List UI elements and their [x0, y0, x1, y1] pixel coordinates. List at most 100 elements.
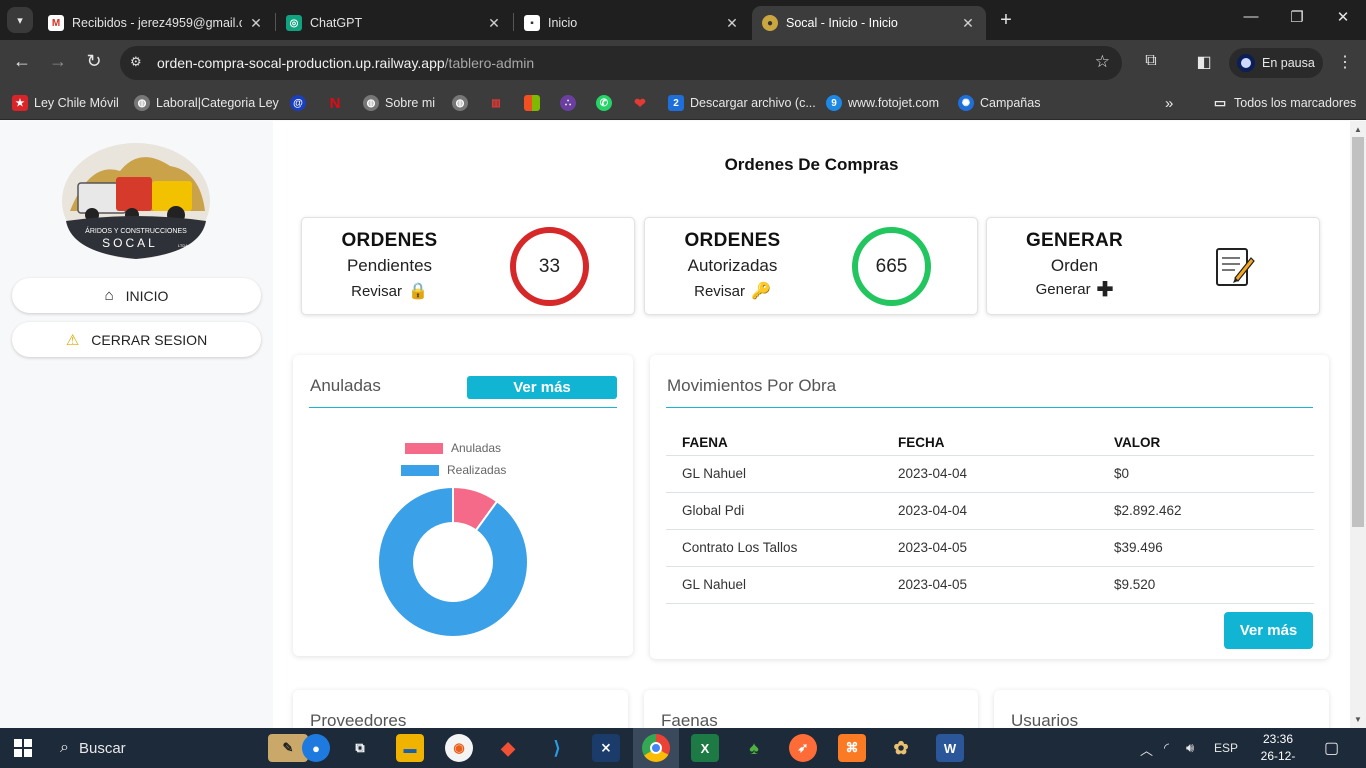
- revisar-pendientes-link[interactable]: Revisar 🔒: [351, 281, 428, 301]
- word-icon[interactable]: W: [936, 734, 964, 762]
- bookmark-globe[interactable]: ◍: [452, 93, 474, 113]
- bookmark-whatsapp[interactable]: ✆: [596, 93, 618, 113]
- vscode-icon[interactable]: ⟩: [543, 734, 571, 762]
- wifi-icon[interactable]: ◜: [1164, 740, 1169, 756]
- extensions-icon[interactable]: ⧉: [1140, 52, 1162, 70]
- bookmark-laboral[interactable]: ◍ Laboral|Categoria Ley: [134, 93, 279, 113]
- bookmark-star-icon[interactable]: ☆: [1095, 52, 1110, 72]
- close-icon[interactable]: ✕: [724, 15, 740, 32]
- netflix-icon: N: [329, 94, 341, 112]
- card-subtitle: Autorizadas: [687, 256, 778, 275]
- all-bookmarks-folder[interactable]: ▭ Todos los marcadores: [1212, 93, 1356, 113]
- profile-button[interactable]: En pausa: [1229, 48, 1323, 78]
- bank-icon: ▥: [491, 97, 501, 109]
- doughnut-slice-realizadas[interactable]: [378, 487, 528, 637]
- language-indicator[interactable]: ESP: [1214, 741, 1238, 755]
- system-clock[interactable]: 23:36 26-12-2023: [1250, 731, 1306, 768]
- scroll-down-icon[interactable]: ▼: [1350, 715, 1366, 724]
- cell-faena: GL Nahuel: [666, 566, 882, 604]
- browser-icon[interactable]: ◉: [445, 734, 473, 762]
- tab-chatgpt[interactable]: ◎ ChatGPT ✕: [276, 6, 512, 40]
- warning-icon: ⚠: [65, 331, 80, 349]
- bookmark-swirl[interactable]: @: [290, 93, 312, 113]
- bookmark-netflix[interactable]: N: [327, 93, 349, 113]
- volume-icon[interactable]: 🔊︎: [1186, 740, 1194, 756]
- bookmark-campanas[interactable]: ✺ Campañas: [958, 93, 1040, 113]
- legend-label: Realizadas: [447, 463, 507, 477]
- socal-icon: ●: [762, 15, 778, 31]
- forward-icon[interactable]: →: [46, 51, 70, 72]
- close-icon[interactable]: ✕: [248, 15, 264, 32]
- tray-overflow-icon[interactable]: ︿: [1140, 740, 1153, 759]
- paint-icon[interactable]: ✿: [887, 734, 915, 762]
- generar-orden-link[interactable]: Generar ✚: [1036, 280, 1114, 300]
- tab-search-chevron-icon[interactable]: ▾: [7, 7, 33, 33]
- card-heading: GENERAR: [1025, 230, 1124, 251]
- page-scrollbar[interactable]: ▲ ▼: [1350, 121, 1366, 728]
- bookmark-dots[interactable]: ∴: [560, 93, 582, 113]
- address-bar[interactable]: ⚙ orden-compra-socal-production.up.railw…: [120, 46, 1122, 80]
- heart-icon: ❤: [634, 94, 646, 111]
- mongodb-icon[interactable]: ♠: [740, 734, 768, 762]
- table-row: Global Pdi 2023-04-04 $2.892.462: [666, 492, 1314, 530]
- file-explorer-icon[interactable]: ▬: [396, 734, 424, 762]
- avatar: [1237, 54, 1255, 72]
- menu-kebab-icon[interactable]: ⋮: [1334, 52, 1356, 72]
- xampp-icon[interactable]: ⌘: [838, 734, 866, 762]
- tab-gmail[interactable]: M Recibidos - jerez4959@gmail.com ✕: [38, 6, 274, 40]
- home-icon: ⌂: [104, 287, 114, 304]
- git-icon[interactable]: ◆: [494, 734, 522, 762]
- tab-inicio[interactable]: ▪ Inicio ✕: [514, 6, 750, 40]
- movimientos-ver-mas-button[interactable]: Ver más: [1224, 612, 1313, 649]
- scrollbar-thumb[interactable]: [1352, 137, 1364, 527]
- more-bookmarks-icon[interactable]: »: [1165, 93, 1173, 113]
- notifications-icon[interactable]: ▢: [1324, 738, 1339, 758]
- copilot-icon[interactable]: ●: [302, 734, 330, 762]
- nav-cerrar-sesion-button[interactable]: ⚠ CERRAR SESION: [12, 322, 261, 357]
- reload-icon[interactable]: ↻: [82, 51, 106, 72]
- bookmark-microsoft[interactable]: [524, 93, 546, 113]
- back-icon[interactable]: ←: [10, 51, 34, 72]
- network-icon[interactable]: ⨯: [592, 734, 620, 762]
- bookmark-bank[interactable]: ▥: [488, 93, 510, 113]
- tab-title: Socal - Inicio - Inicio: [786, 16, 898, 30]
- tab-socal-active[interactable]: ● Socal - Inicio - Inicio ✕: [752, 6, 986, 40]
- cell-fecha: 2023-04-04: [882, 455, 1098, 493]
- scroll-up-icon[interactable]: ▲: [1350, 125, 1366, 134]
- bookmark-descargar[interactable]: 2 Descargar archivo (c...: [668, 93, 816, 113]
- autorizadas-count-ring: 665: [852, 227, 931, 306]
- url-text[interactable]: orden-compra-socal-production.up.railway…: [157, 55, 534, 71]
- close-icon[interactable]: ✕: [486, 15, 502, 32]
- clock-time: 23:36: [1262, 732, 1294, 746]
- bookmark-heart[interactable]: ❤: [632, 93, 654, 113]
- globe-icon: ◍: [452, 95, 468, 111]
- restore-icon[interactable]: ❐: [1282, 8, 1312, 26]
- bookmark-ley-chile[interactable]: ★ Ley Chile Móvil: [12, 93, 119, 113]
- close-icon[interactable]: ✕: [960, 15, 976, 32]
- task-view-icon[interactable]: ⧉: [346, 734, 374, 762]
- autorizadas-count: 665: [875, 255, 908, 277]
- bookmark-sobre-mi[interactable]: ◍ Sobre mi: [363, 93, 435, 113]
- chrome-icon[interactable]: [642, 734, 670, 762]
- excel-icon[interactable]: X: [691, 734, 719, 762]
- postman-icon[interactable]: ➶: [789, 734, 817, 762]
- bookmark-fotojet[interactable]: 9 www.fotojet.com: [826, 93, 939, 113]
- nav-label: INICIO: [125, 287, 169, 304]
- cell-valor: $2.892.462: [1098, 492, 1314, 530]
- faenas-title: Faenas: [661, 711, 718, 728]
- card-heading: ORDENES: [684, 230, 781, 251]
- minimize-icon[interactable]: —: [1236, 8, 1266, 25]
- anuladas-ver-mas-button[interactable]: Ver más: [467, 376, 617, 399]
- side-panel-icon[interactable]: ◧: [1193, 52, 1215, 72]
- taskbar-search[interactable]: ⌕ Buscar: [48, 728, 258, 768]
- window-close-icon[interactable]: ✕: [1328, 8, 1358, 26]
- legend-swatch: [401, 464, 439, 476]
- microsoft-icon: [524, 95, 540, 111]
- cell-faena: Contrato Los Tallos: [666, 529, 882, 567]
- browser-toolbar: ← → ↻ ⚙ orden-compra-socal-production.up…: [0, 40, 1366, 86]
- revisar-autorizadas-link[interactable]: Revisar 🔑: [694, 281, 771, 301]
- nav-inicio-button[interactable]: ⌂ INICIO: [12, 278, 261, 313]
- new-tab-icon[interactable]: +: [995, 9, 1017, 32]
- windows-start-icon[interactable]: [14, 739, 32, 757]
- site-settings-icon[interactable]: ⚙: [130, 54, 142, 70]
